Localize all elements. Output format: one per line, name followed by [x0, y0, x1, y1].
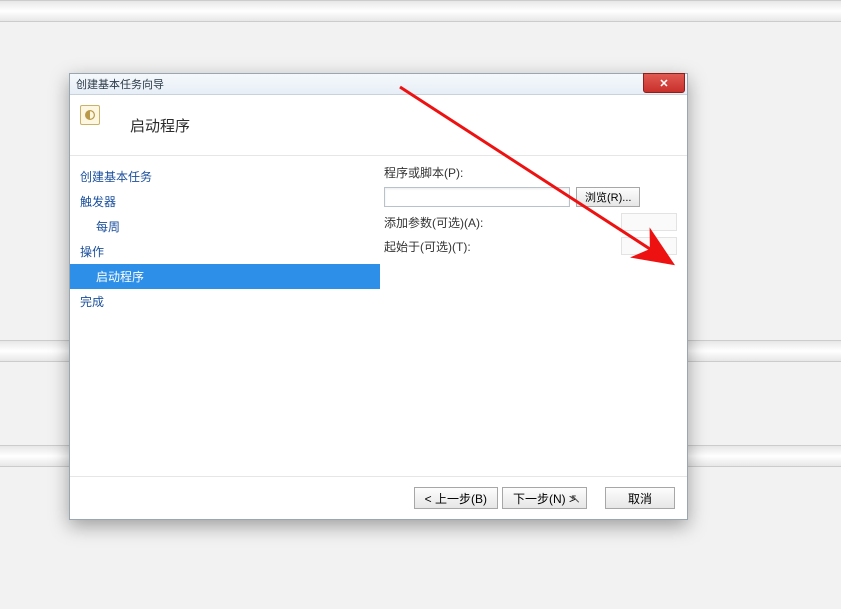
content-area: 创建基本任务 触发器 每周 操作 启动程序 完成 程序或脚本(P): 浏览(R)…: [70, 156, 687, 476]
nav-step-start-program[interactable]: 启动程序: [70, 264, 380, 289]
dialog-body: 启动程序 创建基本任务 触发器 每周 操作 启动程序 完成 程序或脚本(P): …: [70, 95, 687, 519]
cancel-button[interactable]: 取消: [605, 487, 675, 509]
program-label: 程序或脚本(P):: [384, 164, 504, 181]
titlebar: 创建基本任务向导 ✕: [70, 74, 687, 95]
form-area: 程序或脚本(P): 浏览(R)... 添加参数(可选)(A): 起始于(可选)(…: [380, 156, 687, 476]
header-row: 启动程序: [70, 95, 687, 156]
args-input[interactable]: [621, 213, 677, 231]
dialog-window: 创建基本任务向导 ✕ 启动程序 创建基本任务 触发器 每周 操作 启动程序 完成: [69, 73, 688, 520]
close-icon: ✕: [659, 77, 668, 90]
args-label: 添加参数(可选)(A):: [384, 214, 483, 231]
startin-row: 起始于(可选)(T):: [384, 237, 677, 255]
next-button[interactable]: 下一步(N) >: [502, 487, 587, 509]
footer: < 上一步(B) 下一步(N) > 取消 ↖: [70, 476, 687, 519]
bg-bar: [0, 0, 841, 22]
nav-step-trigger-weekly[interactable]: 每周: [70, 214, 380, 239]
window-title: 创建基本任务向导: [76, 76, 164, 92]
program-row: 程序或脚本(P):: [384, 164, 677, 181]
nav-step-action[interactable]: 操作: [70, 239, 380, 264]
nav-step-trigger[interactable]: 触发器: [70, 189, 380, 214]
wizard-icon: [80, 105, 100, 125]
startin-label: 起始于(可选)(T):: [384, 238, 471, 255]
back-button[interactable]: < 上一步(B): [414, 487, 498, 509]
program-input-row: 浏览(R)...: [384, 187, 677, 207]
page-title: 启动程序: [130, 115, 190, 136]
nav-step-create[interactable]: 创建基本任务: [70, 164, 380, 189]
program-input[interactable]: [384, 187, 570, 207]
close-button[interactable]: ✕: [643, 73, 685, 93]
nav-step-finish[interactable]: 完成: [70, 289, 380, 314]
args-row: 添加参数(可选)(A):: [384, 213, 677, 231]
wizard-nav: 创建基本任务 触发器 每周 操作 启动程序 完成: [70, 156, 380, 476]
browse-button[interactable]: 浏览(R)...: [576, 187, 640, 207]
startin-input[interactable]: [621, 237, 677, 255]
